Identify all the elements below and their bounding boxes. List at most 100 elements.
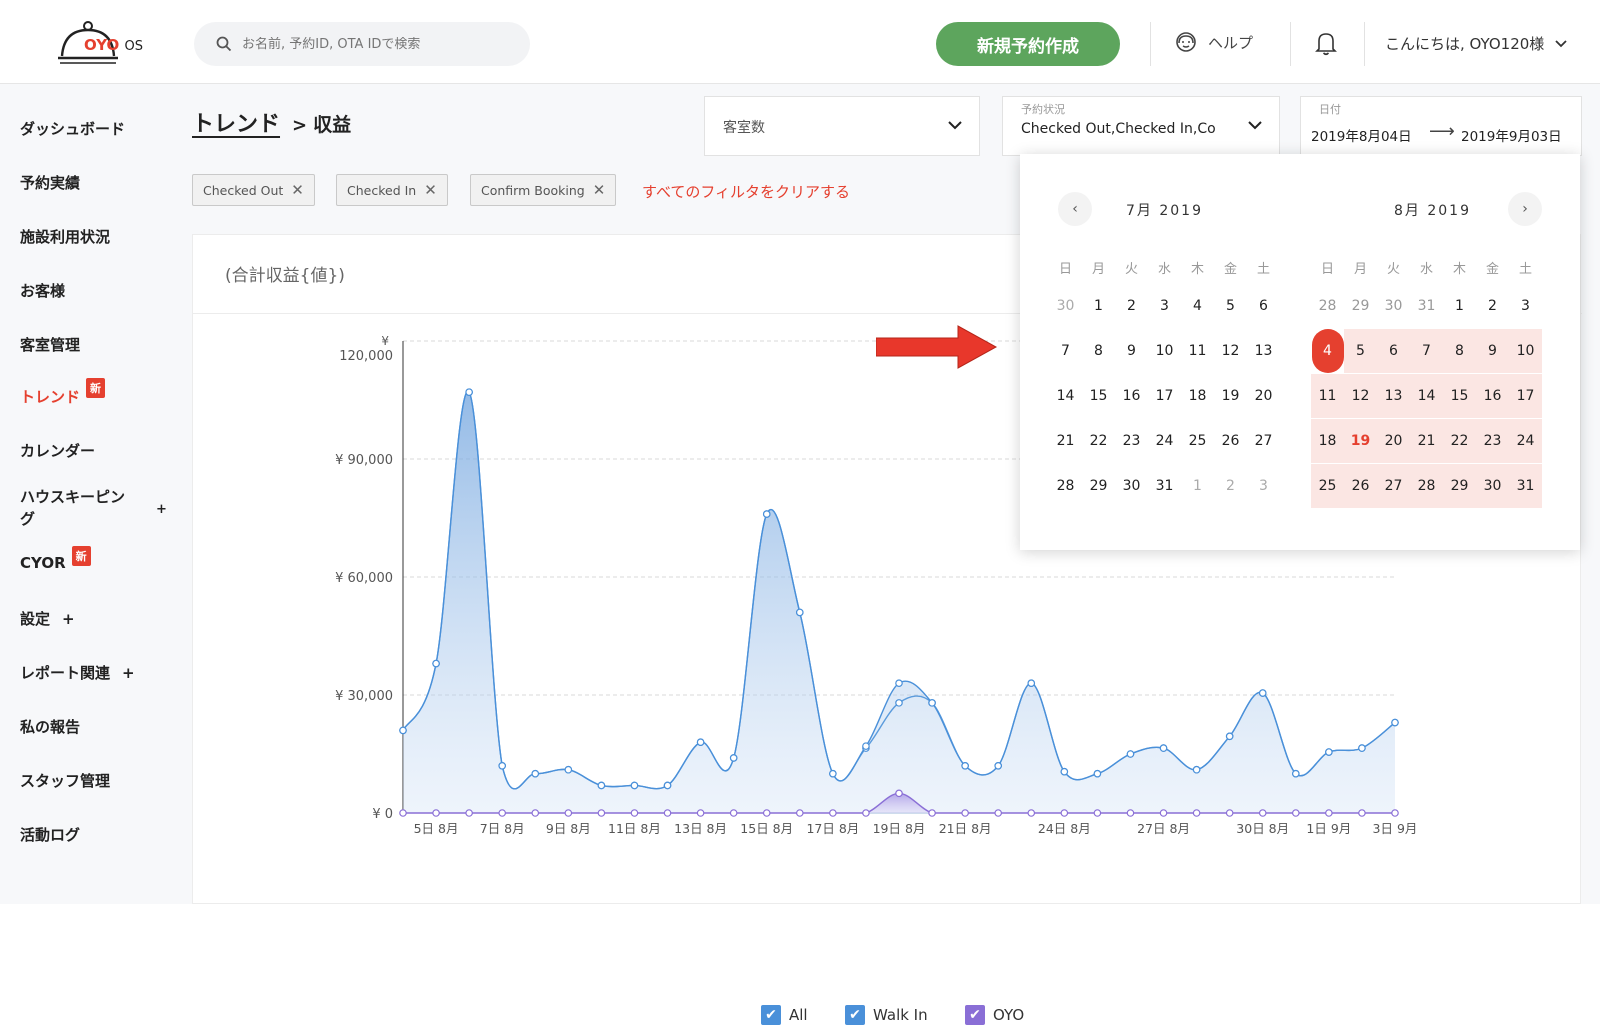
calendar-day[interactable]: 1 xyxy=(1443,284,1476,328)
date-range-picker[interactable]: 日付 2019年8月04日 ⟶ 2019年9月03日 xyxy=(1300,96,1582,156)
chevron-left-icon[interactable]: ‹ xyxy=(1058,192,1092,226)
calendar-day[interactable]: 23 xyxy=(1476,419,1509,463)
calendar-day[interactable]: 31 xyxy=(1148,464,1181,508)
close-icon[interactable]: ✕ xyxy=(291,181,304,199)
calendar-day[interactable]: 30 xyxy=(1476,464,1509,508)
calendar-day[interactable]: 15 xyxy=(1443,374,1476,418)
sidebar-item-staff[interactable]: スタッフ管理 xyxy=(20,770,110,791)
calendar-day[interactable]: 5 xyxy=(1344,329,1377,373)
booking-status-dropdown[interactable]: 予約状況 Checked Out,Checked In,Co xyxy=(1002,96,1280,156)
calendar-day[interactable]: 2 xyxy=(1476,284,1509,328)
calendar-day[interactable]: 7 xyxy=(1410,329,1443,373)
calendar-day[interactable]: 14 xyxy=(1410,374,1443,418)
calendar-day[interactable]: 16 xyxy=(1115,374,1148,418)
sidebar-item-settings[interactable]: 設定 + xyxy=(20,608,75,629)
calendar-day[interactable]: 27 xyxy=(1377,464,1410,508)
sidebar-item-trends[interactable]: トレンド新 xyxy=(20,378,106,407)
calendar-day[interactable]: 21 xyxy=(1410,419,1443,463)
calendar-day[interactable]: 10 xyxy=(1509,329,1542,373)
calendar-day[interactable]: 14 xyxy=(1049,374,1082,418)
calendar-day[interactable]: 22 xyxy=(1082,419,1115,463)
calendar-day[interactable]: 12 xyxy=(1344,374,1377,418)
clear-filters-link[interactable]: すべてのフィルタをクリアする xyxy=(642,181,850,202)
sidebar-item-housekeeping[interactable]: ハウスキーピン グ xyxy=(20,486,160,530)
calendar-day[interactable]: 28 xyxy=(1049,464,1082,508)
sidebar-item-cyor[interactable]: CYOR 新 xyxy=(20,546,91,574)
legend-item-oyo[interactable]: ✔ OYO xyxy=(965,1005,1024,1025)
breadcrumb-trends-link[interactable]: トレンド xyxy=(192,106,280,138)
user-menu[interactable]: こんにちは, OYO120様 xyxy=(1385,33,1568,54)
calendar-day[interactable]: 17 xyxy=(1509,374,1542,418)
calendar-day[interactable]: 15 xyxy=(1082,374,1115,418)
calendar-day[interactable]: 3 xyxy=(1148,284,1181,328)
calendar-day[interactable]: 9 xyxy=(1115,329,1148,373)
new-booking-button[interactable]: 新規予約作成 xyxy=(936,22,1120,66)
calendar-day[interactable]: 13 xyxy=(1247,329,1280,373)
close-icon[interactable]: ✕ xyxy=(424,181,437,199)
calendar-day[interactable]: 3 xyxy=(1247,464,1280,508)
calendar-day[interactable]: 8 xyxy=(1082,329,1115,373)
calendar-day[interactable]: 18 xyxy=(1181,374,1214,418)
calendar-day[interactable]: 11 xyxy=(1181,329,1214,373)
sidebar-item-bookings[interactable]: 予約実績 xyxy=(20,172,80,193)
checkbox-checked-icon[interactable]: ✔ xyxy=(965,1005,985,1025)
sidebar-item-dashboard[interactable]: ダッシュボード xyxy=(20,118,125,139)
calendar-day[interactable]: 19 xyxy=(1214,374,1247,418)
calendar-day[interactable]: 13 xyxy=(1377,374,1410,418)
calendar-day[interactable]: 31 xyxy=(1410,284,1443,328)
calendar-day[interactable]: 22 xyxy=(1443,419,1476,463)
legend-item-all[interactable]: ✔ All xyxy=(761,1005,808,1025)
expand-icon[interactable]: + xyxy=(156,502,167,517)
calendar-day[interactable]: 30 xyxy=(1115,464,1148,508)
calendar-day[interactable]: 1 xyxy=(1181,464,1214,508)
calendar-day[interactable]: 17 xyxy=(1148,374,1181,418)
notification-bell-icon[interactable] xyxy=(1314,30,1338,60)
sidebar-item-guests[interactable]: お客様 xyxy=(20,280,65,301)
calendar-day[interactable]: 30 xyxy=(1377,284,1410,328)
calendar-day[interactable]: 11 xyxy=(1311,374,1344,418)
calendar-day[interactable]: 29 xyxy=(1443,464,1476,508)
sidebar-item-occupancy[interactable]: 施設利用状況 xyxy=(20,226,110,247)
calendar-day[interactable]: 31 xyxy=(1509,464,1542,508)
help-link[interactable]: ヘルプ xyxy=(1174,30,1253,54)
checkbox-checked-icon[interactable]: ✔ xyxy=(845,1005,865,1025)
calendar-day[interactable]: 23 xyxy=(1115,419,1148,463)
search-box[interactable] xyxy=(194,22,530,66)
calendar-day[interactable]: 27 xyxy=(1247,419,1280,463)
calendar-day[interactable]: 4 xyxy=(1311,329,1344,373)
calendar-day[interactable]: 19 xyxy=(1344,419,1377,463)
calendar-day[interactable]: 7 xyxy=(1049,329,1082,373)
sidebar-item-activity-log[interactable]: 活動ログ xyxy=(20,824,80,845)
calendar-day[interactable]: 10 xyxy=(1148,329,1181,373)
sidebar-item-my-reports[interactable]: 私の報告 xyxy=(20,716,80,737)
calendar-day[interactable]: 8 xyxy=(1443,329,1476,373)
close-icon[interactable]: ✕ xyxy=(593,181,606,199)
legend-item-walk-in[interactable]: ✔ Walk In xyxy=(845,1005,928,1025)
calendar-day[interactable]: 26 xyxy=(1214,419,1247,463)
room-count-dropdown[interactable]: 客室数 xyxy=(704,96,980,156)
calendar-day[interactable]: 2 xyxy=(1214,464,1247,508)
calendar-day[interactable]: 30 xyxy=(1049,284,1082,328)
calendar-day[interactable]: 21 xyxy=(1049,419,1082,463)
calendar-day[interactable]: 28 xyxy=(1311,284,1344,328)
sidebar-item-reports[interactable]: レポート関連 + xyxy=(20,662,135,683)
calendar-day[interactable]: 3 xyxy=(1509,284,1542,328)
calendar-day[interactable]: 12 xyxy=(1214,329,1247,373)
calendar-day[interactable]: 5 xyxy=(1214,284,1247,328)
calendar-day[interactable]: 20 xyxy=(1247,374,1280,418)
calendar-day[interactable]: 18 xyxy=(1311,419,1344,463)
sidebar-item-calendar[interactable]: カレンダー xyxy=(20,440,95,461)
calendar-day[interactable]: 2 xyxy=(1115,284,1148,328)
calendar-day[interactable]: 25 xyxy=(1181,419,1214,463)
calendar-day[interactable]: 29 xyxy=(1082,464,1115,508)
search-input[interactable] xyxy=(242,36,502,52)
calendar-day[interactable]: 28 xyxy=(1410,464,1443,508)
sidebar-item-rooms[interactable]: 客室管理 xyxy=(20,334,80,355)
calendar-day[interactable]: 24 xyxy=(1148,419,1181,463)
chevron-right-icon[interactable]: › xyxy=(1508,192,1542,226)
calendar-day[interactable]: 1 xyxy=(1082,284,1115,328)
calendar-day[interactable]: 6 xyxy=(1377,329,1410,373)
calendar-day[interactable]: 6 xyxy=(1247,284,1280,328)
calendar-day[interactable]: 29 xyxy=(1344,284,1377,328)
calendar-day[interactable]: 25 xyxy=(1311,464,1344,508)
